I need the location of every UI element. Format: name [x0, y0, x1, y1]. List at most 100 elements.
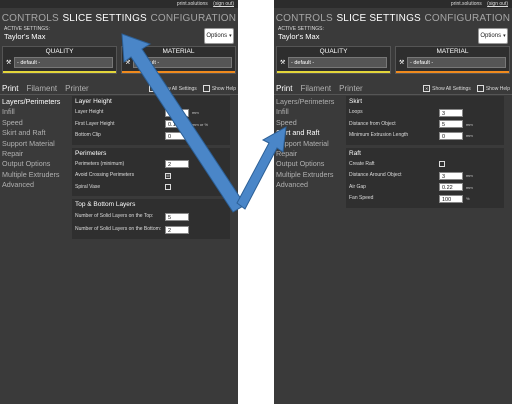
active-settings-name: Taylor's Max — [4, 32, 46, 41]
material-dropdown[interactable]: - default - — [133, 57, 232, 68]
show-all-settings-toggle[interactable]: ✕ Show All Settings — [423, 84, 471, 92]
quality-dropdown[interactable]: - default - — [14, 57, 113, 68]
show-help-toggle[interactable]: Show Help — [202, 84, 236, 92]
category-output-options[interactable]: Output Options — [2, 159, 70, 169]
setting-row: Air Gap 0.22 mm — [349, 182, 501, 194]
setting-row: Spiral Vase — [75, 182, 227, 194]
tab-configuration[interactable]: CONFIGURATION — [424, 13, 510, 24]
account-bar: print.solutions (sign out) — [0, 0, 238, 8]
subtab-printer[interactable]: Printer — [65, 84, 89, 93]
active-settings: ACTIVE SETTINGS: Taylor's Max — [0, 26, 238, 43]
quality-dropdown[interactable]: - default - — [288, 57, 387, 68]
active-settings: ACTIVE SETTINGS: Taylor's Max — [274, 26, 512, 43]
category-skirt-and-raft[interactable]: Skirt and Raft — [2, 128, 70, 138]
material-selector: MATERIAL ⚒ - default - — [121, 46, 236, 74]
tab-configuration[interactable]: CONFIGURATION — [150, 13, 236, 24]
min-extrusion-length-input[interactable]: 0 — [439, 131, 463, 140]
subtab-print[interactable]: Print — [2, 84, 18, 93]
setting-label: Loops — [349, 109, 363, 116]
sub-tabs: Print Filament Printer ✕ Show All Setting… — [0, 82, 238, 95]
main-tabs: CONTROLS SLICE SETTINGS CONFIGURATION — [0, 11, 238, 25]
category-output-options[interactable]: Output Options — [276, 159, 344, 169]
category-advanced[interactable]: Advanced — [276, 180, 344, 190]
group-perimeters: Perimeters Perimeters (minimum) 2 Avoid … — [72, 147, 230, 196]
tools-icon[interactable]: ⚒ — [125, 59, 133, 66]
setting-label: Distance Around Object — [349, 172, 402, 179]
fan-speed-input[interactable]: 100 — [439, 194, 463, 203]
category-repair[interactable]: Repair — [276, 149, 344, 159]
group-title: Layer Height — [75, 98, 112, 105]
options-button[interactable]: Options ▾ — [478, 28, 508, 44]
category-support-material[interactable]: Support Material — [276, 139, 344, 149]
distance-from-object-input[interactable]: 5 — [439, 120, 463, 129]
subtab-print[interactable]: Print — [276, 84, 292, 93]
category-multiple-extruders[interactable]: Multiple Extruders — [276, 170, 344, 180]
show-help-toggle[interactable]: Show Help — [476, 84, 510, 92]
category-skirt-and-raft[interactable]: Skirt and Raft — [276, 128, 344, 138]
loops-input[interactable]: 3 — [439, 108, 463, 117]
distance-around-object-input[interactable]: 3 — [439, 171, 463, 180]
layer-height-input[interactable]: 0.3 — [165, 108, 189, 117]
tools-icon[interactable]: ⚒ — [399, 59, 407, 66]
group-skirt: Skirt Loops 3 Distance from Object 5 mm … — [346, 96, 504, 145]
category-repair[interactable]: Repair — [2, 149, 70, 159]
material-title: MATERIAL — [436, 48, 469, 55]
show-all-label: Show All Settings — [432, 85, 471, 92]
category-layers-perimeters[interactable]: Layers/Perimeters — [276, 97, 344, 107]
top-solid-layers-input[interactable]: 5 — [165, 212, 189, 221]
setting-row: First Layer Height 0.15 mm or % — [75, 119, 227, 131]
group-title: Top & Bottom Layers — [75, 201, 136, 208]
category-advanced[interactable]: Advanced — [2, 180, 70, 190]
tab-controls[interactable]: CONTROLS — [276, 13, 333, 24]
group-top-bottom-layers: Top & Bottom Layers Number of Solid Laye… — [72, 199, 230, 239]
settings-content: Skirt Loops 3 Distance from Object 5 mm … — [346, 96, 504, 404]
bottom-clip-input[interactable]: 0 — [165, 131, 189, 140]
unit-label: mm — [466, 184, 473, 190]
category-multiple-extruders[interactable]: Multiple Extruders — [2, 170, 70, 180]
sub-tabs: Print Filament Printer ✕ Show All Setting… — [274, 82, 512, 95]
material-dropdown[interactable]: - default - — [407, 57, 506, 68]
create-raft-checkbox[interactable] — [439, 161, 445, 168]
active-settings-name: Taylor's Max — [278, 32, 320, 41]
spiral-vase-checkbox[interactable] — [165, 184, 171, 191]
category-support-material[interactable]: Support Material — [2, 139, 70, 149]
setting-row: Distance Around Object 3 mm — [349, 170, 501, 182]
options-label: Options — [480, 33, 502, 39]
bottom-solid-layers-input[interactable]: 2 — [165, 225, 189, 234]
tab-slice-settings[interactable]: SLICE SETTINGS — [336, 13, 421, 24]
unit-label: mm — [466, 173, 473, 179]
tools-icon[interactable]: ⚒ — [6, 59, 14, 66]
setting-label: Number of Solid Layers on the Top: — [75, 213, 154, 219]
group-title: Perimeters — [75, 149, 107, 157]
left-slice-settings-panel: print.solutions (sign out) CONTROLS SLIC… — [0, 0, 238, 404]
checkbox-checked-icon: ✕ — [423, 84, 431, 92]
tab-slice-settings[interactable]: SLICE SETTINGS — [62, 13, 147, 24]
subtab-printer[interactable]: Printer — [339, 84, 363, 93]
unit-label: mm — [466, 121, 473, 127]
sign-out-link[interactable]: (sign out) — [487, 1, 508, 7]
caret-down-icon: ▾ — [229, 33, 232, 39]
category-infill[interactable]: Infill — [2, 107, 70, 117]
caret-down-icon: ▾ — [503, 33, 506, 39]
avoid-crossing-checkbox[interactable]: ☒ — [165, 172, 171, 179]
setting-row: Loops 3 — [349, 107, 501, 119]
subtab-filament[interactable]: Filament — [26, 84, 57, 93]
tools-icon[interactable]: ⚒ — [280, 59, 288, 66]
site-name: print.solutions — [176, 1, 208, 7]
show-all-settings-toggle[interactable]: ✕ Show All Settings — [149, 84, 197, 92]
setting-label: Number of Solid Layers on the Bottom: — [75, 226, 162, 232]
category-layers-perimeters[interactable]: Layers/Perimeters — [2, 97, 70, 107]
setting-row: Fan Speed 100 % — [349, 193, 501, 205]
category-infill[interactable]: Infill — [276, 107, 344, 117]
perimeters-input[interactable]: 2 — [165, 160, 189, 169]
sign-out-link[interactable]: (sign out) — [213, 1, 234, 7]
setting-label: Create Raft — [349, 160, 375, 167]
subtab-filament[interactable]: Filament — [300, 84, 331, 93]
category-list: Layers/Perimeters Infill Speed Skirt and… — [2, 97, 70, 191]
options-button[interactable]: Options ▾ — [204, 28, 234, 44]
air-gap-input[interactable]: 0.22 — [439, 183, 463, 192]
first-layer-height-input[interactable]: 0.15 — [165, 120, 189, 129]
category-speed[interactable]: Speed — [276, 118, 344, 128]
category-speed[interactable]: Speed — [2, 118, 70, 128]
tab-controls[interactable]: CONTROLS — [2, 13, 59, 24]
